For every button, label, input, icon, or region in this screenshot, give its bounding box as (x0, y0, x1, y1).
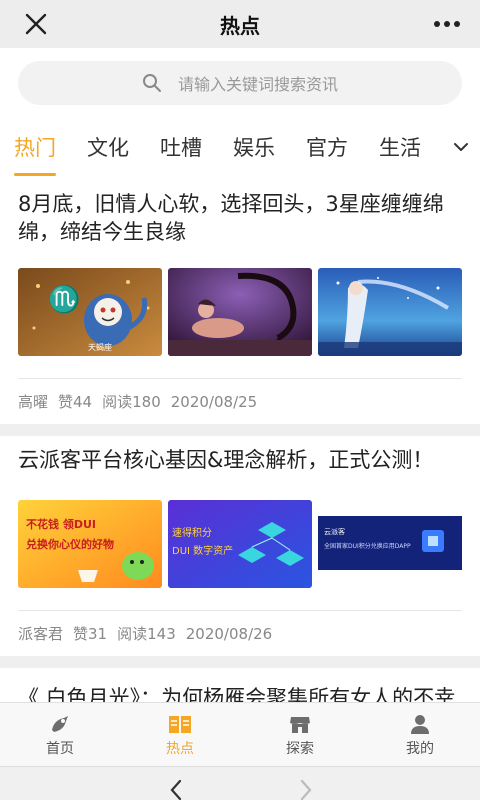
search-placeholder: 请输入关键词搜索资讯 (177, 75, 338, 94)
nav-profile[interactable]: 我的 (360, 703, 480, 766)
article-thumbnail-scorpio-cartoon[interactable]: ♏ 天蝎座 (18, 268, 162, 356)
nav-hot[interactable]: 热点 (120, 703, 240, 766)
article-thumbnail-dui-promo[interactable]: 不花钱 领DUI 兑换你心仪的好物 (18, 500, 162, 588)
home-icon (52, 715, 68, 732)
back-arrow-icon[interactable] (168, 779, 184, 800)
top-bar: 热点 (0, 0, 480, 48)
nav-home[interactable]: 首页 (0, 703, 120, 766)
tab-entertainment[interactable]: 娱乐 (233, 114, 275, 180)
chevron-down-icon[interactable] (452, 138, 470, 156)
tab-official[interactable]: 官方 (306, 114, 348, 180)
article-thumbnail-digital-assets[interactable]: 速得积分 DUI 数字资产 (168, 500, 312, 588)
nav-profile-label: 我的 (406, 740, 434, 757)
close-icon[interactable] (22, 10, 50, 38)
page-title: 热点 (220, 13, 260, 38)
thumbnail-caption: 兑换你心仪的好物 (26, 537, 114, 551)
thumbnail-caption: 速得积分 (172, 527, 212, 539)
category-tabs: 热门 文化 吐槽 娱乐 官方 生活 (0, 114, 480, 180)
article-thumbnails: 不花钱 领DUI 兑换你心仪的好物 速得积分 DUI 数字资产 云派客 全国首家… (18, 500, 462, 588)
nav-hot-label: 热点 (166, 740, 194, 757)
thumbnail-caption: 天蝎座 (88, 342, 112, 352)
article-title: 8月底，旧情人心软，选择回头，3星座缠缠绵绵，缔结今生良缘 (18, 192, 444, 244)
article-thumbnail-fantasy-girl[interactable] (318, 268, 462, 356)
article-likes: 赞31 (73, 625, 108, 643)
article-meta: 派客君 赞31 阅读143 2020/08/26 (18, 610, 462, 656)
forward-arrow-icon[interactable] (298, 779, 314, 800)
article-date: 2020/08/25 (170, 392, 258, 411)
more-icon[interactable] (432, 12, 462, 36)
article-thumbnail-yunpaike-banner[interactable]: 云派客 全国首家DUI积分兑换应用DAPP (318, 500, 462, 588)
nav-explore[interactable]: 探索 (240, 703, 360, 766)
article-thumbnails: ♏ 天蝎座 (18, 268, 462, 356)
article-author[interactable]: 高曜 (18, 391, 48, 412)
article-reads: 阅读180 (102, 393, 161, 411)
article-card[interactable]: 8月底，旧情人心软，选择回头，3星座缠缠绵绵，缔结今生良缘 ♏ 天蝎座 高曜 赞… (0, 180, 480, 424)
article-date: 2020/08/26 (185, 624, 273, 643)
store-icon (290, 716, 310, 733)
bottom-nav: 首页 热点 探索 我的 (0, 702, 480, 766)
tab-culture[interactable]: 文化 (87, 114, 129, 180)
search-input[interactable]: 请输入关键词搜索资讯 (18, 61, 462, 105)
article-title: 云派客平台核心基因&理念解析，正式公测！ (18, 448, 434, 472)
article-author[interactable]: 派客君 (18, 623, 63, 644)
article-feed: 8月底，旧情人心软，选择回头，3星座缠缠绵绵，缔结今生良缘 ♏ 天蝎座 高曜 赞… (0, 180, 480, 702)
thumbnail-caption: DUI 数字资产 (172, 544, 233, 557)
thumbnail-caption: 不花钱 领DUI (26, 517, 96, 531)
article-likes: 赞44 (58, 393, 93, 411)
thumbnail-caption: 全国首家DUI积分兑换应用DAPP (324, 542, 411, 550)
browser-toolbar (0, 766, 480, 800)
thumbnail-caption: 云派客 (324, 527, 345, 536)
divider (0, 656, 480, 668)
tab-rant[interactable]: 吐槽 (160, 114, 202, 180)
divider (0, 424, 480, 436)
article-meta: 高曜 赞44 阅读180 2020/08/25 (18, 378, 462, 424)
tab-life[interactable]: 生活 (379, 114, 421, 180)
article-reads: 阅读143 (117, 625, 176, 643)
article-card[interactable]: 云派客平台核心基因&理念解析，正式公测！ 不花钱 领DUI 兑换你心仪的好物 速… (0, 436, 480, 656)
nav-explore-label: 探索 (286, 740, 314, 757)
article-card[interactable]: 《 白色月光》：为何杨雁会聚集所有女人的不幸 (0, 668, 480, 702)
search-icon (142, 74, 161, 92)
tab-hot[interactable]: 热门 (14, 114, 56, 180)
svg-text:♏: ♏ (48, 284, 80, 315)
article-title: 《 白色月光》：为何杨雁会聚集所有女人的不幸 (18, 686, 456, 702)
book-icon (169, 715, 191, 733)
article-thumbnail-scorpio-woman[interactable] (168, 268, 312, 356)
search-area: 请输入关键词搜索资讯 (0, 48, 480, 114)
nav-home-label: 首页 (46, 740, 74, 757)
person-icon (411, 714, 429, 734)
